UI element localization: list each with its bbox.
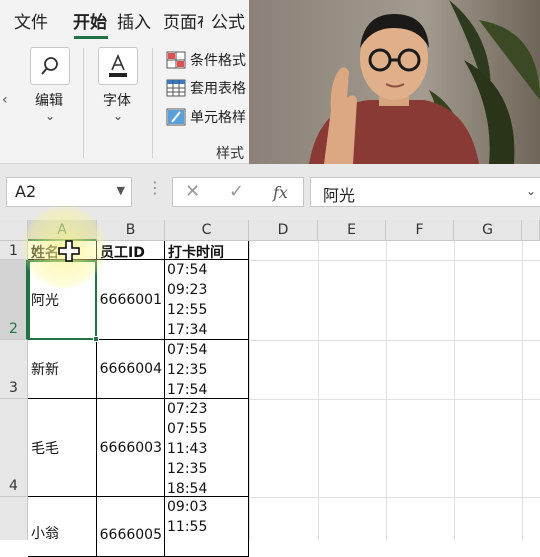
ribbon: ‹ 编辑 ⌄ 字体 ⌄ 条件格式 套用表格 单元格样 样式	[0, 42, 250, 164]
conditional-formatting-label: 条件格式	[190, 53, 246, 69]
cell-b2[interactable]: 6666001	[97, 260, 165, 340]
format-as-table-button[interactable]: 套用表格	[166, 78, 246, 98]
ribbon-separator	[152, 48, 153, 158]
cell-a1[interactable]: 姓名	[28, 241, 97, 260]
presenter-video-image	[249, 0, 540, 164]
select-all-corner[interactable]	[0, 220, 28, 241]
font-chevron-down-icon[interactable]: ⌄	[113, 109, 123, 123]
cell-b3[interactable]: 6666004	[97, 340, 165, 399]
cell-b5[interactable]: 6666005	[97, 497, 165, 557]
search-icon	[41, 57, 58, 75]
column-header-a[interactable]: A	[28, 220, 97, 241]
cell-b1[interactable]: 员工ID	[97, 241, 165, 260]
cell-styles-button[interactable]: 单元格样	[166, 107, 246, 127]
cell-c5[interactable]: 09:03 11:55	[165, 497, 249, 557]
webcam-overlay	[249, 0, 540, 164]
column-header-g[interactable]: G	[454, 220, 522, 241]
row-header-5[interactable]	[0, 497, 28, 540]
cell-styles-icon	[166, 108, 186, 126]
name-box[interactable]: A2 ▼	[6, 177, 132, 207]
cell-c4[interactable]: 07:23 07:55 11:43 12:35 18:54	[165, 399, 249, 497]
cell-b4[interactable]: 6666003	[97, 399, 165, 497]
ribbon-scroll-left-icon[interactable]: ‹	[2, 92, 8, 108]
row-header-1[interactable]: 1	[0, 241, 28, 260]
cell-c3[interactable]: 07:54 12:35 17:54	[165, 340, 249, 399]
tab-file[interactable]: 文件	[14, 8, 48, 33]
ribbon-tabs: 文件 开始 插入 页面布 公式	[0, 0, 250, 42]
tab-home[interactable]: 开始	[73, 8, 107, 33]
cell-a2[interactable]: 阿光	[28, 260, 97, 340]
column-header-b[interactable]: B	[97, 220, 165, 241]
tab-formulas[interactable]: 公式	[211, 8, 245, 33]
column-header-c[interactable]: C	[165, 220, 249, 241]
font-label: 字体	[103, 93, 131, 109]
expand-formula-bar-icon[interactable]: ⌄	[526, 184, 536, 198]
styles-group-label: 样式	[216, 146, 244, 162]
font-color-icon	[109, 54, 127, 77]
column-header-d[interactable]: D	[249, 220, 318, 241]
name-box-value: A2	[15, 182, 37, 201]
tab-page-layout[interactable]: 页面布	[163, 8, 203, 33]
insert-function-icon[interactable]: fx	[273, 183, 288, 202]
formula-input[interactable]: 阿光	[310, 177, 540, 207]
cell-c1[interactable]: 打卡时间	[165, 241, 249, 260]
formula-buttons: ✕ ✓ fx	[172, 177, 304, 207]
drag-handle-icon[interactable]: ⋮	[147, 178, 163, 197]
font-button[interactable]	[98, 47, 138, 85]
cell-c2[interactable]: 07:54 09:23 12:55 17:34	[165, 260, 249, 340]
column-header-f[interactable]: F	[386, 220, 454, 241]
name-box-dropdown-icon[interactable]: ▼	[117, 184, 125, 197]
find-button[interactable]	[30, 47, 70, 85]
row-header-2[interactable]: 2	[0, 260, 28, 340]
editing-chevron-down-icon[interactable]: ⌄	[45, 109, 55, 123]
cell-a3[interactable]: 新新	[28, 340, 97, 399]
format-as-table-icon	[166, 79, 186, 97]
cancel-icon[interactable]: ✕	[185, 181, 200, 202]
enter-icon[interactable]: ✓	[229, 181, 244, 202]
tab-insert[interactable]: 插入	[117, 8, 151, 33]
row-header-4[interactable]: 4	[0, 399, 28, 497]
cell-a4[interactable]: 毛毛	[28, 399, 97, 497]
editing-label: 编辑	[35, 93, 63, 109]
row-header-3[interactable]: 3	[0, 340, 28, 399]
active-tab-indicator	[74, 36, 108, 39]
conditional-formatting-icon	[166, 51, 186, 69]
cell-a5[interactable]: 小翁	[28, 497, 97, 557]
sheet-grid: 姓名 员工ID 打卡时间 阿光 6666001 07:54 09:23 12:5…	[28, 241, 540, 557]
column-header-e[interactable]: E	[318, 220, 386, 241]
ribbon-separator	[83, 48, 84, 158]
column-header-partial	[522, 220, 540, 241]
fill-handle[interactable]	[93, 336, 99, 342]
cell-styles-label: 单元格样	[190, 110, 246, 126]
formula-bar: A2 ▼ ⋮ ✕ ✓ fx 阿光 ⌄	[0, 164, 540, 220]
conditional-formatting-button[interactable]: 条件格式	[166, 50, 246, 70]
format-as-table-label: 套用表格	[190, 81, 246, 97]
